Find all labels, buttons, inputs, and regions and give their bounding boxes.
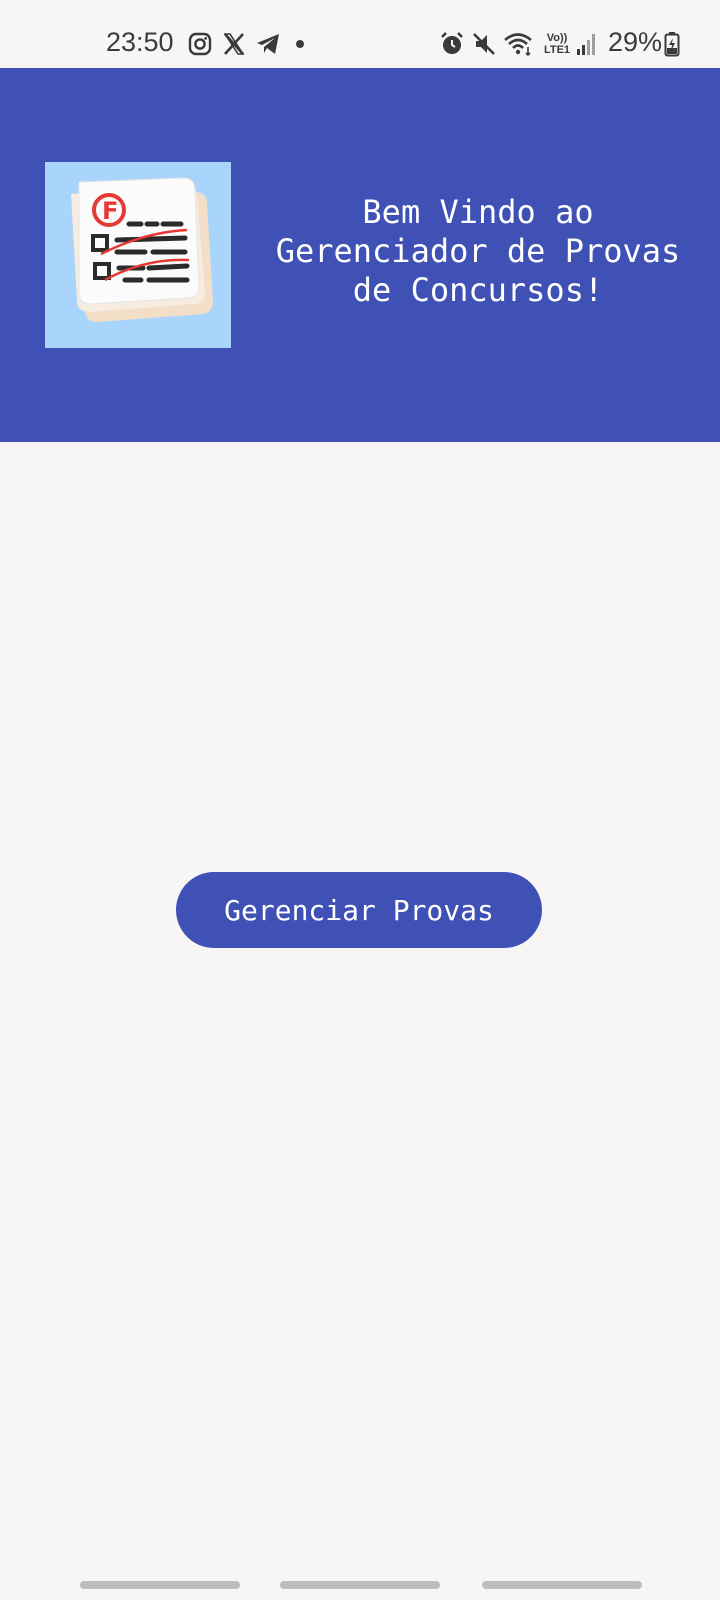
telegram-icon bbox=[257, 34, 279, 54]
nav-recents-handle[interactable] bbox=[482, 1581, 642, 1589]
volte-icon: Vo)) LTE1 bbox=[542, 32, 572, 58]
battery-charging-icon bbox=[664, 32, 680, 57]
alarm-icon bbox=[441, 32, 463, 54]
app-header: F Bem Vindo ao Gerenciador de Provas de … bbox=[0, 68, 720, 442]
nav-home-handle[interactable] bbox=[280, 1581, 440, 1589]
status-bar: 23:50 Vo)) LTE1 29% bbox=[0, 0, 720, 68]
status-time: 23:50 bbox=[106, 27, 174, 57]
welcome-title: Bem Vindo ao Gerenciador de Provas de Co… bbox=[275, 193, 681, 309]
battery-percent: 29% bbox=[608, 27, 663, 57]
svg-text:F: F bbox=[102, 197, 118, 225]
lte-label: LTE1 bbox=[543, 44, 571, 56]
nav-back-handle[interactable] bbox=[80, 1581, 240, 1589]
exam-paper-icon: F bbox=[45, 162, 231, 348]
volte-label: Vo)) bbox=[546, 32, 568, 44]
x-icon bbox=[223, 33, 245, 55]
instagram-icon bbox=[188, 32, 212, 56]
dot-icon bbox=[296, 40, 304, 48]
signal-icon bbox=[577, 34, 595, 55]
mute-icon bbox=[473, 33, 495, 55]
manage-exams-button[interactable]: Gerenciar Provas bbox=[176, 872, 542, 948]
wifi-icon bbox=[504, 33, 532, 57]
